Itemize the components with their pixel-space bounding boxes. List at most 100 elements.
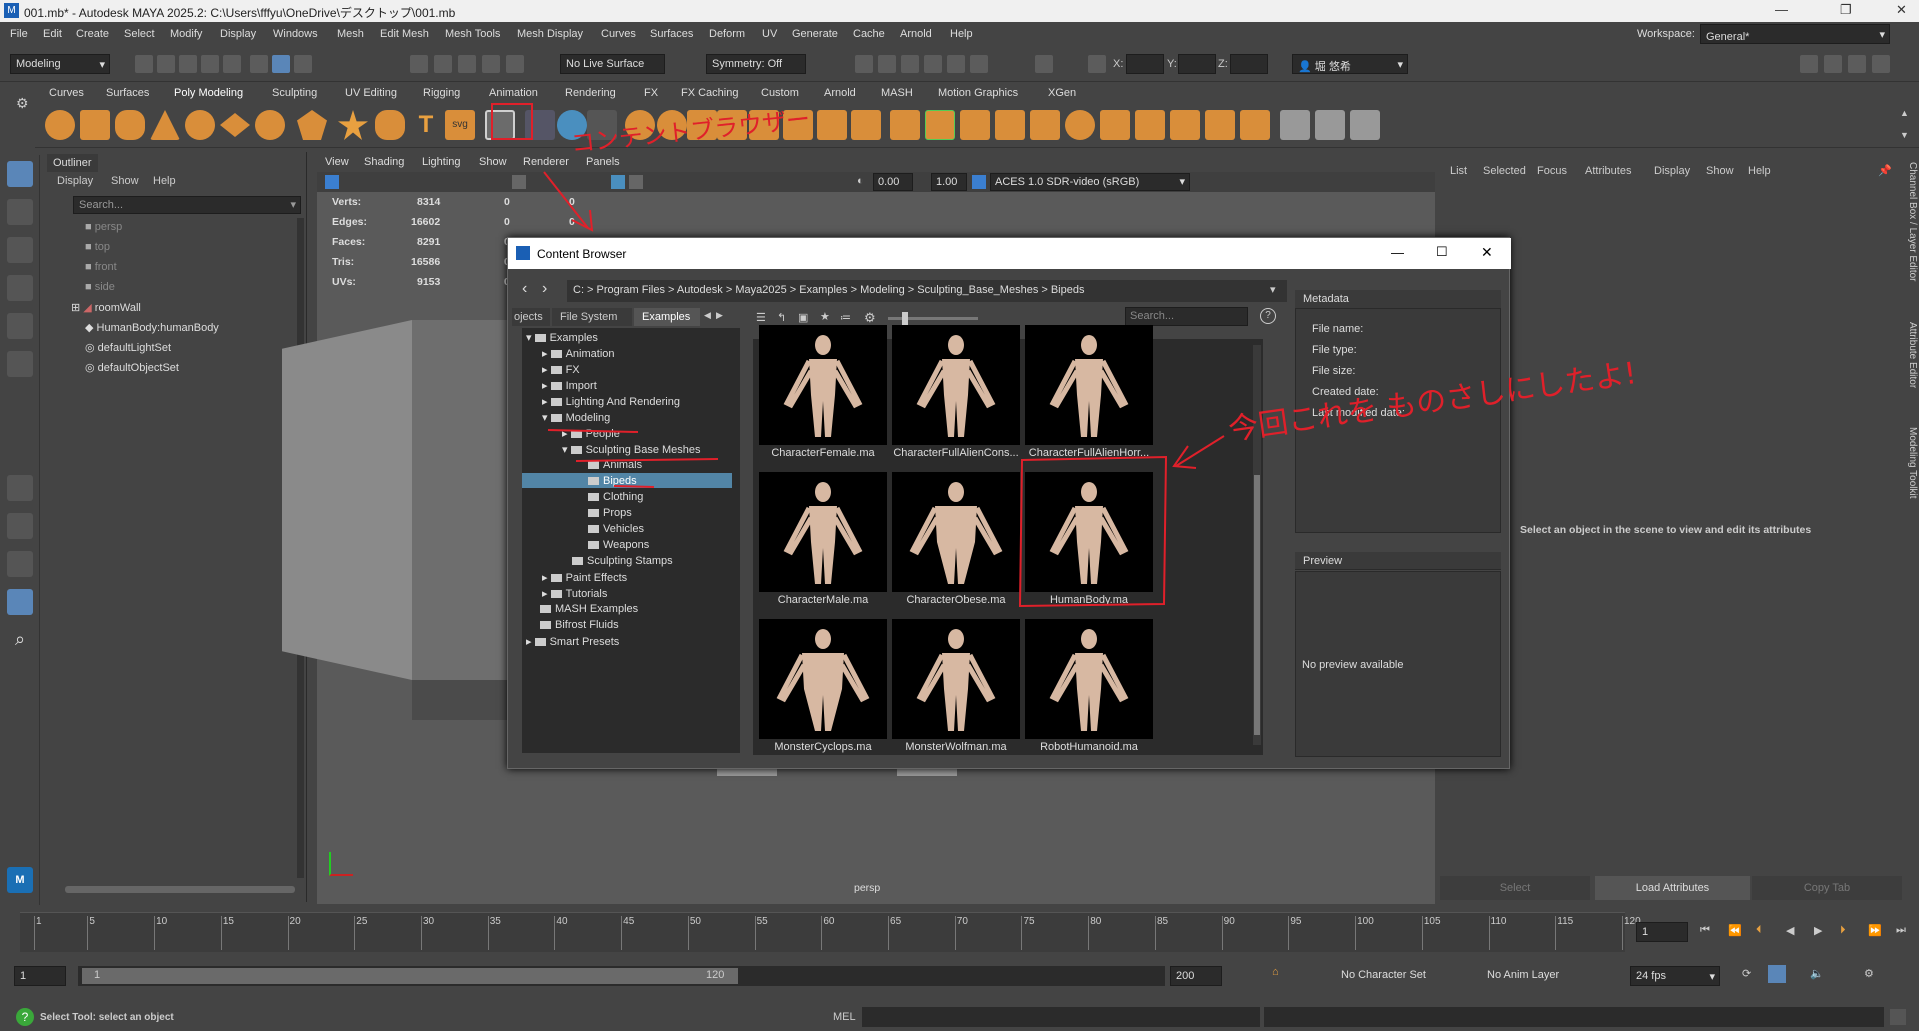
figure-silhouette xyxy=(916,335,996,437)
figure-body xyxy=(935,506,977,584)
timeline-tick-label: 10 xyxy=(156,916,168,927)
character-set-value: No Character Set xyxy=(1341,969,1426,981)
timeline-tick-label: 55 xyxy=(756,916,768,927)
measurement-handwritten-note: 今回これを ものさしにしたよ! xyxy=(1226,356,1638,448)
timeline-tick-mark xyxy=(1421,916,1423,950)
step-forward-frame-icon[interactable]: ⏵ xyxy=(1840,924,1846,937)
timeline-tick-label: 70 xyxy=(956,916,968,927)
help-line-text: Select Tool: select an object xyxy=(40,1012,174,1023)
timeline-tick-label: 40 xyxy=(556,916,568,927)
character-set-dropdown[interactable]: No Character Set xyxy=(1336,966,1448,986)
shelf-annotation-box xyxy=(491,103,533,140)
figure-silhouette xyxy=(909,482,1003,584)
timeline-tick-mark xyxy=(34,916,35,950)
cached-playback-icon[interactable] xyxy=(1768,965,1786,983)
figure-head xyxy=(1081,629,1097,649)
timeline-tick-label: 65 xyxy=(890,916,902,927)
timeline-tick-mark xyxy=(1622,916,1623,950)
timeline-tick-mark xyxy=(420,916,422,950)
figure-body xyxy=(1075,506,1103,584)
figure-body xyxy=(1075,359,1103,437)
script-editor-icon[interactable] xyxy=(1890,1009,1906,1025)
figure-silhouette xyxy=(1049,629,1129,731)
animation-start-value: 1 xyxy=(20,970,27,982)
figure-head xyxy=(1081,335,1097,355)
note-arrow xyxy=(1172,435,1225,469)
animation-end-value: 200 xyxy=(1176,970,1195,982)
timeline-tick-label: 15 xyxy=(222,916,234,927)
timeline-tick-mark xyxy=(1088,916,1090,950)
timeline-tick-label: 95 xyxy=(1290,916,1302,927)
figure-thumbnails xyxy=(776,335,1129,731)
timeline-tick-mark xyxy=(287,916,289,950)
figure-silhouette xyxy=(916,629,996,731)
timeline-tick-mark xyxy=(954,916,956,950)
timeline-tick-mark xyxy=(621,916,623,950)
figure-silhouette xyxy=(1049,335,1129,437)
animation-end-field[interactable]: 200 xyxy=(1170,966,1222,986)
auto-key-icon[interactable]: ⌂ xyxy=(1272,966,1279,978)
play-backward-icon[interactable]: ◀ xyxy=(1786,924,1794,937)
timeline-tick-mark xyxy=(554,916,556,950)
range-slider[interactable]: 1 120 xyxy=(78,966,1165,986)
timeline-tick-mark xyxy=(354,916,356,950)
command-input[interactable] xyxy=(862,1007,1260,1027)
figure-silhouette xyxy=(783,335,863,437)
chevron-down-icon: ▾ xyxy=(1709,971,1715,983)
timeline-tick-label: 35 xyxy=(489,916,501,927)
timeline-tick-label: 80 xyxy=(1090,916,1102,927)
timeline-tick-label: 50 xyxy=(689,916,701,927)
figure-body xyxy=(942,359,970,437)
figure-body xyxy=(1075,653,1103,731)
anim-prefs-icon[interactable]: ⚙ xyxy=(1864,967,1874,980)
script-language-label[interactable]: MEL xyxy=(833,1011,856,1023)
time-slider[interactable]: 1 5 10 15 20 25 30 35 40 45 50 55 60 65 70 75 80 85 90 95 10… xyxy=(0,906,1919,954)
anim-layer-dropdown[interactable]: No Anim Layer xyxy=(1482,966,1582,986)
figure-silhouette xyxy=(776,629,870,731)
timeline-tick-mark xyxy=(754,916,756,950)
step-back-frame-icon[interactable]: ⏴ xyxy=(1756,924,1762,937)
timeline-tick-mark xyxy=(1221,916,1223,950)
current-frame-value: 1 xyxy=(1642,926,1649,938)
anim-layer-value: No Anim Layer xyxy=(1487,969,1560,981)
timeline-tick-label: 90 xyxy=(1223,916,1235,927)
step-back-key-icon[interactable]: ⏪ xyxy=(1728,924,1742,937)
timeline-tick-label: 105 xyxy=(1423,916,1441,927)
timeline-tick-mark xyxy=(220,916,222,950)
range-inner-start: 1 xyxy=(94,969,101,981)
range-slider-bar-fill[interactable] xyxy=(82,968,738,984)
go-to-start-icon[interactable]: ⏮ xyxy=(1700,924,1710,937)
figure-silhouette xyxy=(1049,482,1129,584)
animation-start-field[interactable]: 1 xyxy=(14,966,66,986)
timeline-tick-label: 85 xyxy=(1156,916,1169,927)
figure-body xyxy=(802,653,844,731)
figure-body xyxy=(942,653,970,731)
loop-icon[interactable]: ⟳ xyxy=(1742,967,1751,980)
play-forward-icon[interactable]: ▶ xyxy=(1814,924,1822,937)
modeling-underline xyxy=(547,429,639,433)
timeline-tick-mark xyxy=(487,916,489,950)
timeline-tick-mark xyxy=(888,916,890,950)
range-slider-bar: 1 1 120 200 ⌂ No Character Set No Anim L… xyxy=(0,962,1919,990)
timeline-tick-label: 60 xyxy=(823,916,835,927)
step-forward-key-icon[interactable]: ⏩ xyxy=(1868,924,1882,937)
go-to-end-icon[interactable]: ⏭ xyxy=(1896,924,1906,937)
timeline-tick-label: 1 xyxy=(36,916,42,927)
fps-dropdown[interactable]: 24 fps ▾ xyxy=(1630,966,1720,986)
timeline-tick-mark xyxy=(1021,916,1023,950)
timeline-tick-label: 5 xyxy=(89,916,95,927)
timeline-tick-mark xyxy=(1288,916,1290,950)
timeline-tick-label: 110 xyxy=(1490,916,1507,927)
fps-value: 24 fps xyxy=(1636,970,1666,982)
timeline-tick-label: 30 xyxy=(422,916,435,927)
figure-head xyxy=(948,482,964,502)
current-frame-field[interactable]: 1 xyxy=(1636,922,1688,942)
figure-head xyxy=(948,629,964,649)
timeline-tick-label: 100 xyxy=(1357,916,1374,927)
overlay-drawing: コンテントブラウザー 今回これを ものさしにしたよ! xyxy=(491,103,1639,731)
sound-icon[interactable]: 🔈 xyxy=(1810,967,1824,980)
shelf-annotation-arrow xyxy=(543,171,594,232)
figure-head xyxy=(815,335,831,355)
timeline-tick-label: 25 xyxy=(356,916,368,927)
timeline-tick-mark xyxy=(154,916,156,950)
